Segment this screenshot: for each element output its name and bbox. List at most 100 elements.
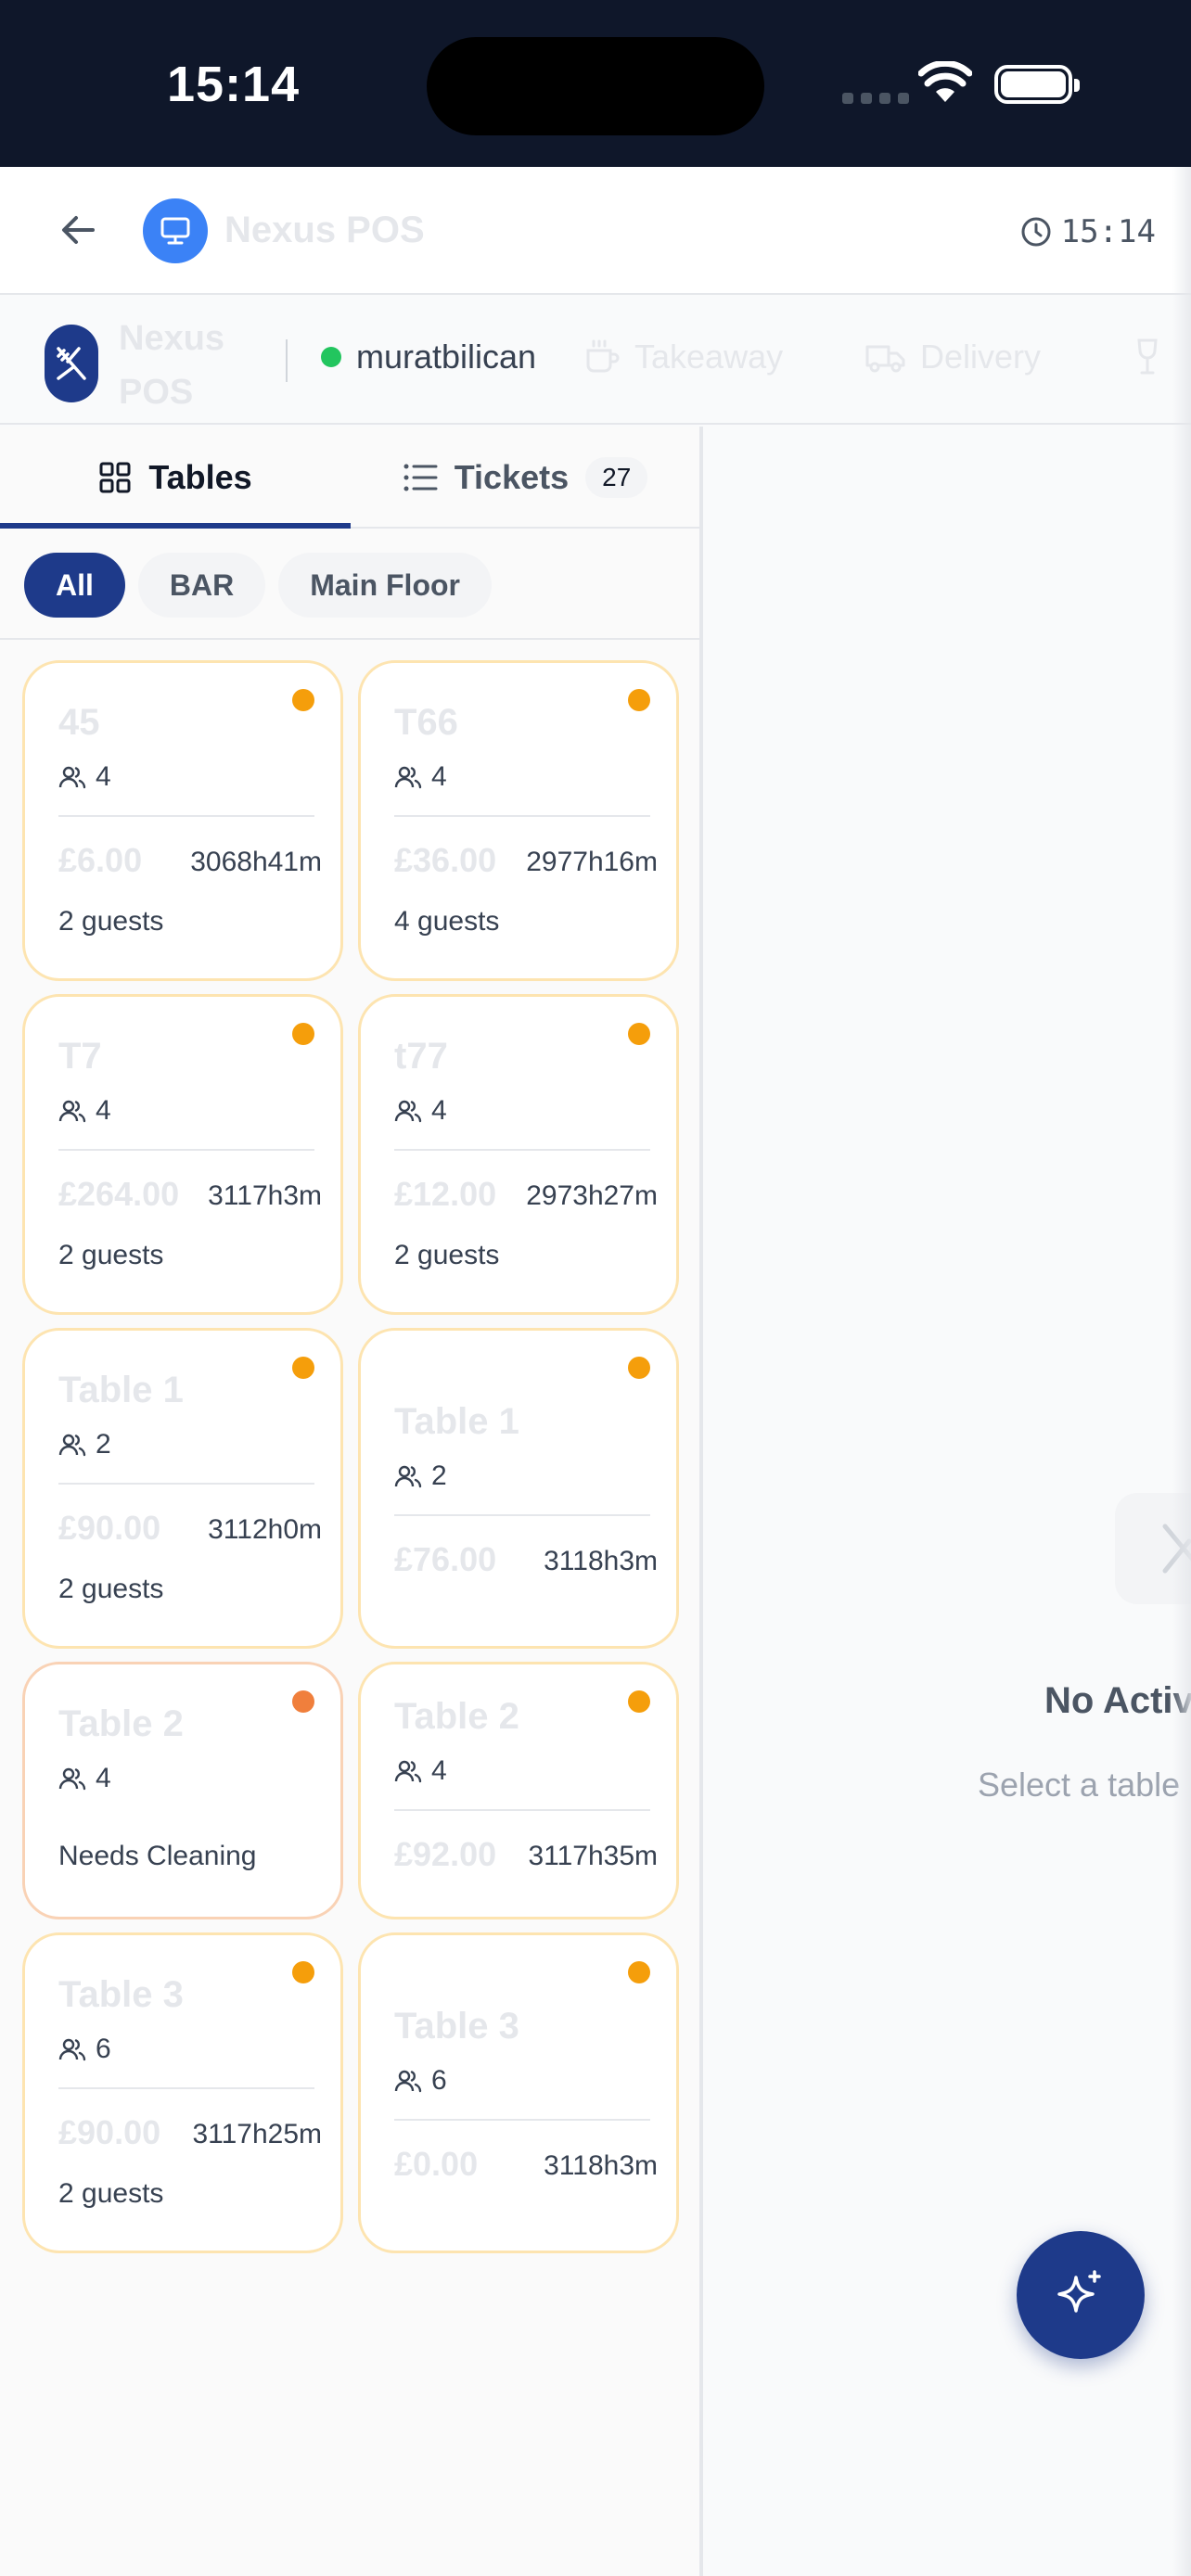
table-name: 45 [58,702,100,743]
table-card[interactable]: 45 4 £6.00 3068h41m 2 guests [22,660,343,981]
table-card[interactable]: Table 3 6 £90.00 3117h25m 2 guests [22,1932,343,2253]
tab-tickets-label: Tickets [454,458,570,496]
tickets-count-badge: 27 [585,457,648,498]
empty-state-title: No Activ [1044,1680,1191,1721]
area-filters: All BAR Main Floor [24,553,492,618]
table-card[interactable]: Table 2 4 £92.00 3117h35m [358,1662,679,1919]
seat-count: 6 [431,2065,447,2096]
users-icon [394,766,422,789]
mode-takeaway[interactable]: Takeaway [583,338,783,376]
occupied-status-dot [292,1961,314,1983]
active-tab-indicator [0,523,351,529]
table-guests: 2 guests [58,1240,164,1270]
table-seats: 4 [58,761,111,793]
table-seats: 4 [394,1755,447,1787]
mode-bar[interactable] [1133,338,1161,376]
table-duration: 3068h41m [190,847,322,877]
divider [394,815,650,817]
occupied-status-dot [628,1961,650,1983]
table-card[interactable]: Table 2 4 Needs Cleaning [22,1662,343,1919]
table-seats: 6 [58,2034,111,2065]
wine-glass-icon [1137,338,1158,375]
cellular-signal-icon [842,93,909,104]
tables-grid: 45 4 £6.00 3068h41m 2 guests T66 4 £36.0… [22,660,681,2253]
back-arrow-icon[interactable] [56,208,100,252]
table-name: Table 1 [394,1401,519,1442]
divider [394,1514,650,1516]
tab-tables[interactable]: Tables [0,427,351,529]
table-name: Table 3 [58,1974,184,2015]
tab-tables-label: Tables [148,458,252,496]
filter-bar[interactable]: BAR [137,553,266,618]
table-guests: 2 guests [58,906,164,937]
edge-shadow [1172,167,1191,2576]
mode-takeaway-label: Takeaway [634,338,784,376]
table-status-note: Needs Cleaning [58,1841,257,1871]
venue-bar: Nexus POS muratbilican Takeaway Delivery [0,297,1191,425]
table-card[interactable]: Table 1 2 £76.00 3118h3m [358,1328,679,1649]
utensils-icon [57,347,86,380]
user-status[interactable]: muratbilican [321,338,536,376]
table-total: £0.00 [394,2145,479,2183]
ai-assistant-button[interactable] [1017,2231,1145,2359]
sparkles-icon [1057,2270,1101,2313]
grid-icon [99,462,131,493]
filter-all[interactable]: All [24,553,125,618]
user-name: muratbilican [356,338,537,376]
divider [58,1483,314,1485]
seat-count: 2 [431,1460,447,1491]
divider [286,339,288,382]
table-name: Table 3 [394,2006,519,2047]
monitor-icon [160,217,190,245]
filter-main-floor[interactable]: Main Floor [278,553,492,618]
app-title: Nexus POS [224,210,425,250]
table-total: £76.00 [394,1540,497,1578]
table-duration: 2973h27m [526,1180,658,1211]
app-bar: Nexus POS 15:14 [0,167,1191,295]
divider [394,2119,650,2121]
mode-delivery-label: Delivery [920,338,1042,376]
table-seats: 6 [394,2065,447,2097]
divider [0,638,699,640]
mode-delivery[interactable]: Delivery [864,338,1041,376]
table-seats: 4 [394,761,447,793]
table-card[interactable]: Table 1 2 £90.00 3112h0m 2 guests [22,1328,343,1649]
table-total: £12.00 [394,1175,497,1213]
table-seats: 4 [394,1095,447,1127]
table-guests: 4 guests [394,906,500,937]
table-seats: 2 [394,1460,447,1492]
table-total: £36.00 [394,841,497,879]
table-card[interactable]: t77 4 £12.00 2973h27m 2 guests [358,994,679,1315]
seat-count: 4 [96,1763,111,1793]
table-card[interactable]: T7 4 £264.00 3117h3m 2 guests [22,994,343,1315]
app-logo [143,198,208,263]
table-card[interactable]: T66 4 £36.00 2977h16m 4 guests [358,660,679,981]
venue-name: Nexus POS [119,319,225,412]
occupied-status-dot [628,1690,650,1713]
table-total: £264.00 [58,1175,180,1213]
table-total: £90.00 [58,1509,161,1547]
seat-count: 4 [431,1755,447,1786]
online-status-dot [321,347,341,367]
table-name: Table 2 [394,1696,519,1737]
divider [394,1809,650,1811]
users-icon [58,1100,86,1123]
tab-tickets[interactable]: Tickets 27 [351,427,699,529]
table-card[interactable]: Table 3 6 £0.00 3118h3m [358,1932,679,2253]
table-name: T66 [394,702,458,743]
users-icon [394,1465,422,1488]
table-duration: 3117h35m [528,1841,658,1871]
status-bar: 15:14 [0,0,1191,167]
users-icon [58,1434,86,1457]
clock-icon [1021,217,1051,247]
divider [394,1149,650,1151]
table-seats: 4 [58,1763,111,1794]
table-name: t77 [394,1036,448,1077]
table-duration: 3118h3m [544,1546,658,1576]
table-total: £92.00 [394,1835,497,1873]
seat-count: 2 [96,1429,111,1460]
users-icon [394,1760,422,1783]
venue-logo[interactable] [45,301,98,420]
table-duration: 2977h16m [526,847,658,877]
occupied-status-dot [628,1023,650,1045]
